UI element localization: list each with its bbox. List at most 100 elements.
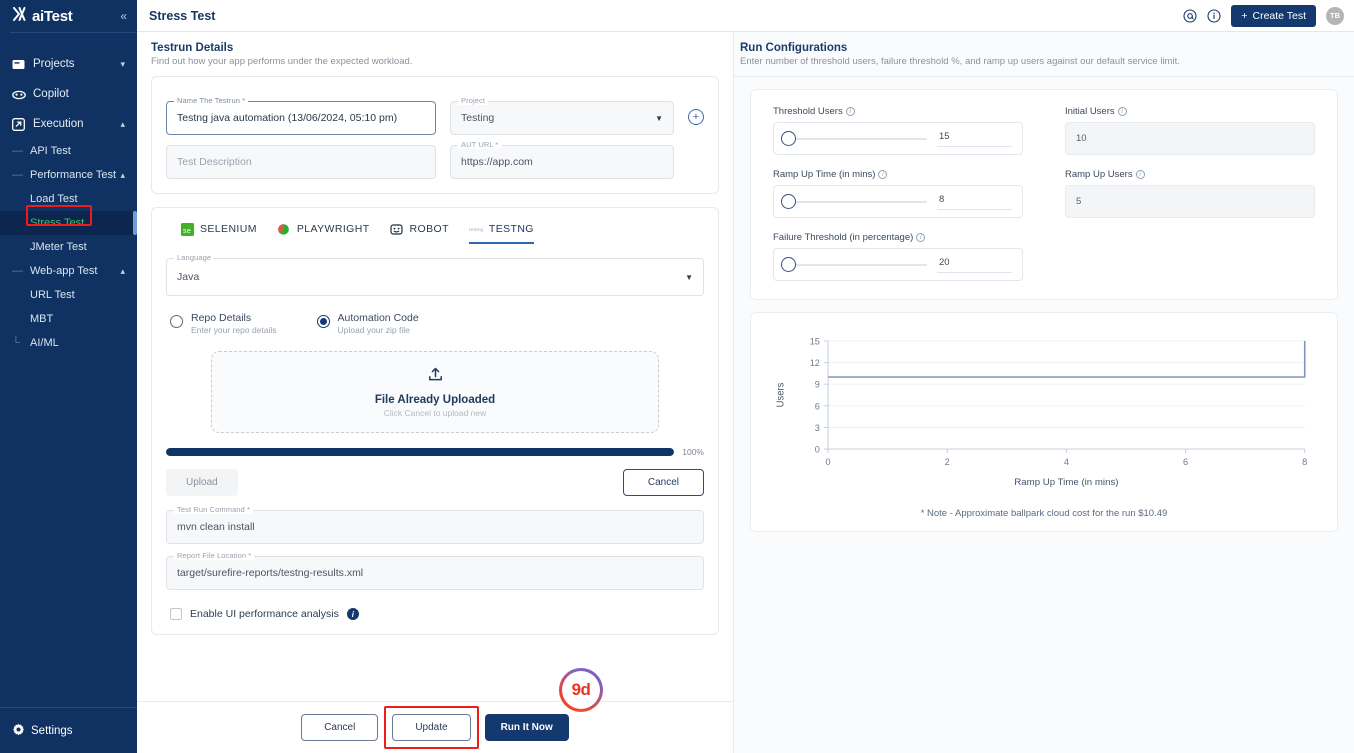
- settings-label: Settings: [31, 724, 73, 737]
- upload-button[interactable]: Upload: [166, 469, 238, 496]
- sidebar-item-settings[interactable]: Settings: [0, 707, 137, 753]
- update-button[interactable]: Update: [392, 714, 471, 741]
- radio-repo-details[interactable]: Repo Details Enter your repo details: [170, 312, 277, 335]
- info-outline-icon[interactable]: i: [845, 107, 855, 116]
- sidebar-item-execution[interactable]: Execution ▴: [0, 109, 137, 139]
- external-link-icon: [12, 117, 30, 131]
- sidebar-item-load-test[interactable]: — Load Test: [0, 187, 137, 211]
- sidebar-item-projects[interactable]: Projects ▾: [0, 49, 137, 79]
- avatar[interactable]: TB: [1326, 6, 1344, 25]
- sidebar-item-copilot[interactable]: Copilot: [0, 79, 137, 109]
- language-value: Java: [177, 271, 200, 283]
- tab-robot[interactable]: ROBOT: [390, 222, 449, 244]
- report-file-location-input[interactable]: target/surefire-reports/testng-results.x…: [166, 556, 704, 590]
- sidebar-subitem-label: Load Test: [30, 193, 78, 205]
- sidebar-item-api-test[interactable]: — API Test: [0, 139, 137, 163]
- slider-track[interactable]: [781, 130, 927, 146]
- slider-knob[interactable]: [781, 256, 796, 272]
- failure-threshold-label-row: Failure Threshold (in percentage) i: [773, 232, 1023, 243]
- cancel-upload-button[interactable]: Cancel: [622, 469, 704, 496]
- slider-knob[interactable]: [781, 193, 796, 209]
- info-circle-icon[interactable]: [1207, 8, 1221, 23]
- sidebar-item-performance-test[interactable]: — Performance Test ▴: [0, 163, 137, 187]
- project-select[interactable]: Testing ▼: [450, 101, 674, 135]
- test-run-command-field[interactable]: Test Run Command * mvn clean install: [166, 505, 704, 544]
- chevron-up-icon[interactable]: ▴: [120, 170, 125, 181]
- slider-knob[interactable]: [781, 130, 796, 146]
- info-outline-icon[interactable]: i: [878, 170, 888, 179]
- name-the-testrun-input[interactable]: Testng java automation (13/06/2024, 05:1…: [166, 101, 436, 135]
- tab-label: PLAYWRIGHT: [296, 223, 370, 235]
- initial-users-value: 10: [1065, 122, 1315, 155]
- at-sign-icon[interactable]: [1183, 8, 1197, 23]
- initial-users-field: Initial Users i 10: [1065, 106, 1315, 155]
- chevron-down-icon[interactable]: ▼: [655, 114, 663, 123]
- create-test-button[interactable]: + Create Test: [1231, 4, 1316, 27]
- tab-selenium[interactable]: se SELENIUM: [180, 222, 257, 244]
- language-field[interactable]: Language Java ▼: [166, 253, 704, 296]
- test-run-command-input[interactable]: mvn clean install: [166, 510, 704, 544]
- ramp-up-time-slider-box[interactable]: 8: [773, 185, 1023, 218]
- test-description-field[interactable]: Test Description: [166, 145, 436, 179]
- collapse-sidebar-icon[interactable]: «: [120, 9, 127, 23]
- sidebar-item-mbt[interactable]: — MBT: [0, 307, 137, 331]
- name-the-testrun-field[interactable]: Name The Testrun * Testng java automatio…: [166, 96, 436, 135]
- tree-branch-icon: └: [12, 337, 20, 349]
- sidebar-item-url-test[interactable]: — URL Test: [0, 283, 137, 307]
- ramp-up-time-value[interactable]: 8: [937, 194, 1012, 210]
- cancel-button[interactable]: Cancel: [301, 714, 379, 741]
- info-outline-icon[interactable]: i: [1117, 107, 1127, 116]
- aut-url-field-wrap: AUT URL * https://app.com: [450, 135, 674, 179]
- test-description-input[interactable]: Test Description: [166, 145, 436, 179]
- sidebar-item-stress-test[interactable]: — Stress Test: [0, 211, 137, 235]
- aut-url-field[interactable]: AUT URL * https://app.com: [450, 140, 674, 179]
- report-file-location-field[interactable]: Report File Location * target/surefire-r…: [166, 551, 704, 590]
- run-it-now-button[interactable]: Run It Now: [484, 714, 569, 741]
- tab-testng[interactable]: testng TESTNG: [468, 222, 534, 244]
- language-select[interactable]: Java ▼: [166, 258, 704, 296]
- failure-threshold-slider-box[interactable]: 20: [773, 248, 1023, 281]
- svg-text:3: 3: [815, 423, 820, 433]
- project-field[interactable]: Project Testing ▼: [450, 96, 674, 135]
- chevron-down-icon[interactable]: ▾: [120, 59, 125, 70]
- sidebar-item-webapp-test[interactable]: — Web-app Test ▴: [0, 259, 137, 283]
- tab-playwright[interactable]: PLAYWRIGHT: [277, 222, 370, 244]
- selenium-icon: se: [180, 222, 194, 236]
- radio-circle-selected-icon[interactable]: [316, 315, 330, 328]
- chevron-down-icon[interactable]: ▼: [685, 273, 693, 282]
- ui-performance-checkbox[interactable]: [170, 608, 182, 620]
- sidebar-subitem-label: MBT: [30, 313, 54, 325]
- svg-text:Users: Users: [775, 382, 786, 407]
- threshold-users-slider-box[interactable]: 15: [773, 122, 1023, 155]
- step-badge: 9d: [559, 668, 603, 712]
- name-the-testrun-value: Testng java automation (13/06/2024, 05:1…: [177, 112, 398, 124]
- report-file-location-label: Report File Location *: [174, 551, 255, 560]
- ui-performance-row: Enable UI performance analysis i: [166, 608, 704, 620]
- progress-label: 100%: [682, 447, 704, 457]
- file-dropzone[interactable]: File Already Uploaded Click Cancel to up…: [211, 351, 659, 433]
- sidebar-subitem-label: Stress Test: [30, 217, 85, 229]
- radio-circle-icon[interactable]: [170, 315, 183, 328]
- sidebar-item-jmeter-test[interactable]: — JMeter Test: [0, 235, 137, 259]
- run-config-card: Threshold Users i 15 Initial Users i 10 …: [750, 89, 1338, 300]
- threshold-users-value[interactable]: 15: [937, 131, 1012, 147]
- sidebar-item-ai-ml[interactable]: └ AI/ML: [0, 331, 137, 355]
- chevron-up-icon[interactable]: ▴: [120, 266, 125, 277]
- add-project-button[interactable]: +: [688, 109, 704, 125]
- slider-track[interactable]: [781, 256, 927, 272]
- step-badge-label: 9d: [562, 671, 600, 709]
- svg-text:4: 4: [1064, 457, 1069, 467]
- slider-track[interactable]: [781, 193, 927, 209]
- svg-text:Ramp Up Time (in mins): Ramp Up Time (in mins): [1014, 477, 1118, 488]
- info-outline-icon[interactable]: i: [1135, 170, 1145, 179]
- radio-automation-code[interactable]: Automation Code Upload your zip file: [316, 312, 419, 335]
- chevron-up-icon[interactable]: ▴: [120, 119, 125, 130]
- testrun-details-panel: Testrun Details Find out how your app pe…: [137, 32, 734, 753]
- upload-progress: 100%: [166, 447, 704, 457]
- info-filled-icon[interactable]: i: [346, 608, 359, 620]
- form-footer: 9d Cancel Update Run It Now: [137, 668, 733, 753]
- aut-url-input[interactable]: https://app.com: [450, 145, 674, 179]
- info-outline-icon[interactable]: i: [916, 233, 926, 242]
- failure-threshold-value[interactable]: 20: [937, 257, 1012, 273]
- radio-subtitle: Enter your repo details: [191, 325, 277, 335]
